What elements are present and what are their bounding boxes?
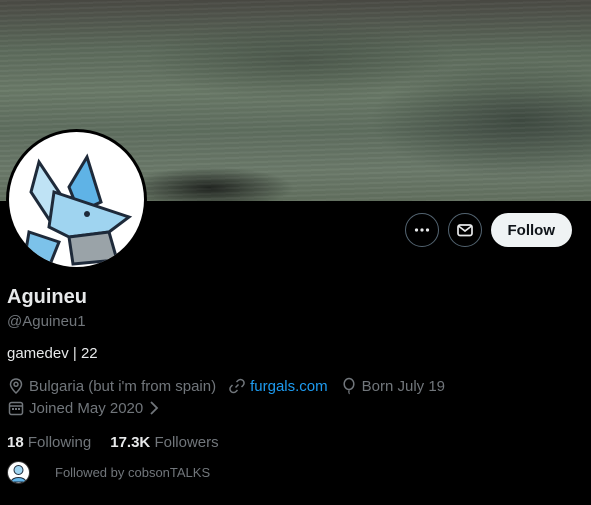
avatar-icon: [10, 465, 27, 483]
followed-by-text: Followed by cobsonTALKS: [55, 465, 211, 480]
following-stat[interactable]: 18 Following: [7, 434, 91, 451]
location-text: Bulgaria (but i'm from spain): [29, 377, 217, 395]
calendar-icon: [8, 401, 24, 416]
website-item: furgals.com: [228, 377, 328, 395]
followers-count: 17.3K: [110, 434, 151, 451]
mail-icon: [456, 224, 473, 237]
follow-button[interactable]: Follow: [490, 213, 572, 247]
more-button[interactable]: [404, 213, 439, 247]
following-label: Following: [27, 434, 92, 451]
profile-avatar[interactable]: [6, 129, 147, 270]
user-handle: @Aguineu1: [7, 313, 86, 330]
location-item: Bulgaria (but i'm from spain): [7, 377, 216, 395]
display-name: Aguineu: [7, 286, 87, 308]
link-icon: [229, 378, 245, 394]
profile-bio: gamedev | 22: [7, 345, 98, 362]
birthday-text: Born July 19: [361, 377, 446, 395]
website-link[interactable]: furgals.com: [250, 378, 328, 395]
profile-meta-row: Bulgaria (but i'm from spain) furgals.co…: [7, 377, 457, 395]
wolf-avatar-icon: [22, 153, 133, 267]
balloon-icon: [343, 377, 355, 395]
message-button[interactable]: [447, 213, 482, 247]
profile-actions: Follow: [404, 213, 572, 247]
more-icon: [414, 228, 429, 232]
chevron-right-icon: [150, 401, 159, 415]
location-icon: [9, 378, 23, 395]
birthday-item: Born July 19: [340, 377, 445, 395]
following-count: 18: [7, 434, 24, 451]
joined-row[interactable]: Joined May 2020: [7, 399, 177, 417]
follower-avatar[interactable]: [7, 461, 30, 484]
joined-text: Joined May 2020: [29, 399, 144, 417]
followed-by-row[interactable]: Followed by cobsonTALKS: [7, 461, 210, 484]
followers-stat[interactable]: 17.3K Followers: [110, 434, 218, 451]
followers-label: Followers: [154, 434, 219, 451]
joined-item[interactable]: Joined May 2020: [7, 399, 165, 417]
profile-stats: 18 Following 17.3K Followers: [7, 434, 219, 451]
